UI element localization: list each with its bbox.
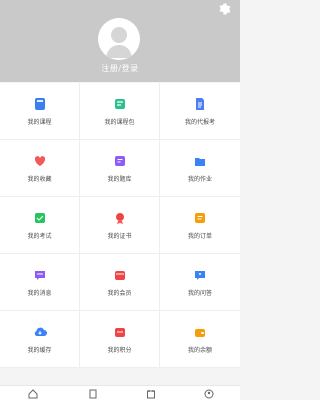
vip-icon <box>113 268 127 282</box>
menu-item-label: 我的缓存 <box>27 346 52 354</box>
package-icon <box>113 97 127 111</box>
avatar[interactable] <box>98 18 140 60</box>
tab-home[interactable] <box>28 389 38 399</box>
gear-icon <box>219 3 231 15</box>
menu-item[interactable]: 我的消息 <box>0 254 80 311</box>
menu-item-label: 我的代报考 <box>184 118 215 126</box>
menu-item-label: 我的余额 <box>187 346 212 354</box>
menu-item-label: 我的课程 <box>27 118 52 126</box>
profile-icon <box>204 389 214 399</box>
book-icon <box>89 389 97 399</box>
home-icon <box>28 389 38 399</box>
menu-item-label: 我的考试 <box>27 232 52 240</box>
menu-grid: 我的课程 我的课程包 我的代报考 我的收藏 我的题库 我的作业 我的考试 我的证… <box>0 83 240 368</box>
menu-item-label: 我的证书 <box>107 232 132 240</box>
tab-profile[interactable] <box>204 389 214 399</box>
menu-item[interactable]: 我的课程包 <box>80 83 160 140</box>
tab-courses[interactable] <box>88 389 98 399</box>
menu-item[interactable]: 我的考试 <box>0 197 80 254</box>
certificate-icon <box>113 211 127 225</box>
tab-calendar[interactable] <box>146 389 156 399</box>
menu-item-label: 我的会员 <box>107 289 132 297</box>
menu-item[interactable]: 我的代报考 <box>160 83 240 140</box>
login-register-link[interactable]: 注册/登录 <box>0 63 240 74</box>
document-icon <box>193 97 207 111</box>
folder-icon <box>193 154 207 168</box>
heart-icon <box>33 154 47 168</box>
menu-item[interactable]: 我的订单 <box>160 197 240 254</box>
menu-item[interactable]: 我的积分 <box>80 311 160 368</box>
menu-item[interactable]: 我的会员 <box>80 254 160 311</box>
menu-item-label: 我的问答 <box>187 289 212 297</box>
bottom-tab-bar <box>0 385 240 400</box>
points-icon <box>113 325 127 339</box>
settings-button[interactable] <box>218 2 232 16</box>
order-icon <box>193 211 207 225</box>
calendar-icon <box>147 390 155 399</box>
menu-item[interactable]: 我的作业 <box>160 140 240 197</box>
default-user-icon <box>106 27 132 58</box>
message-icon <box>33 268 47 282</box>
profile-header: 注册/登录 <box>0 0 240 82</box>
menu-item-label: 我的收藏 <box>27 175 52 183</box>
book-icon <box>33 97 47 111</box>
wallet-icon <box>193 325 207 339</box>
menu-item-label: 我的订单 <box>187 232 212 240</box>
menu-item-label: 我的课程包 <box>104 118 135 126</box>
qa-icon <box>193 268 207 282</box>
menu-item-label: 我的积分 <box>107 346 132 354</box>
menu-item[interactable]: 我的缓存 <box>0 311 80 368</box>
menu-item[interactable]: 我的课程 <box>0 83 80 140</box>
cloud-download-icon <box>33 325 47 339</box>
menu-item[interactable]: 我的问答 <box>160 254 240 311</box>
menu-item[interactable]: 我的证书 <box>80 197 160 254</box>
menu-item-label: 我的作业 <box>187 175 212 183</box>
menu-item-label: 我的消息 <box>27 289 52 297</box>
menu-item[interactable]: 我的题库 <box>80 140 160 197</box>
menu-item-label: 我的题库 <box>107 175 132 183</box>
menu-item[interactable]: 我的余额 <box>160 311 240 368</box>
question-bank-icon <box>113 154 127 168</box>
exam-icon <box>33 211 47 225</box>
menu-item[interactable]: 我的收藏 <box>0 140 80 197</box>
